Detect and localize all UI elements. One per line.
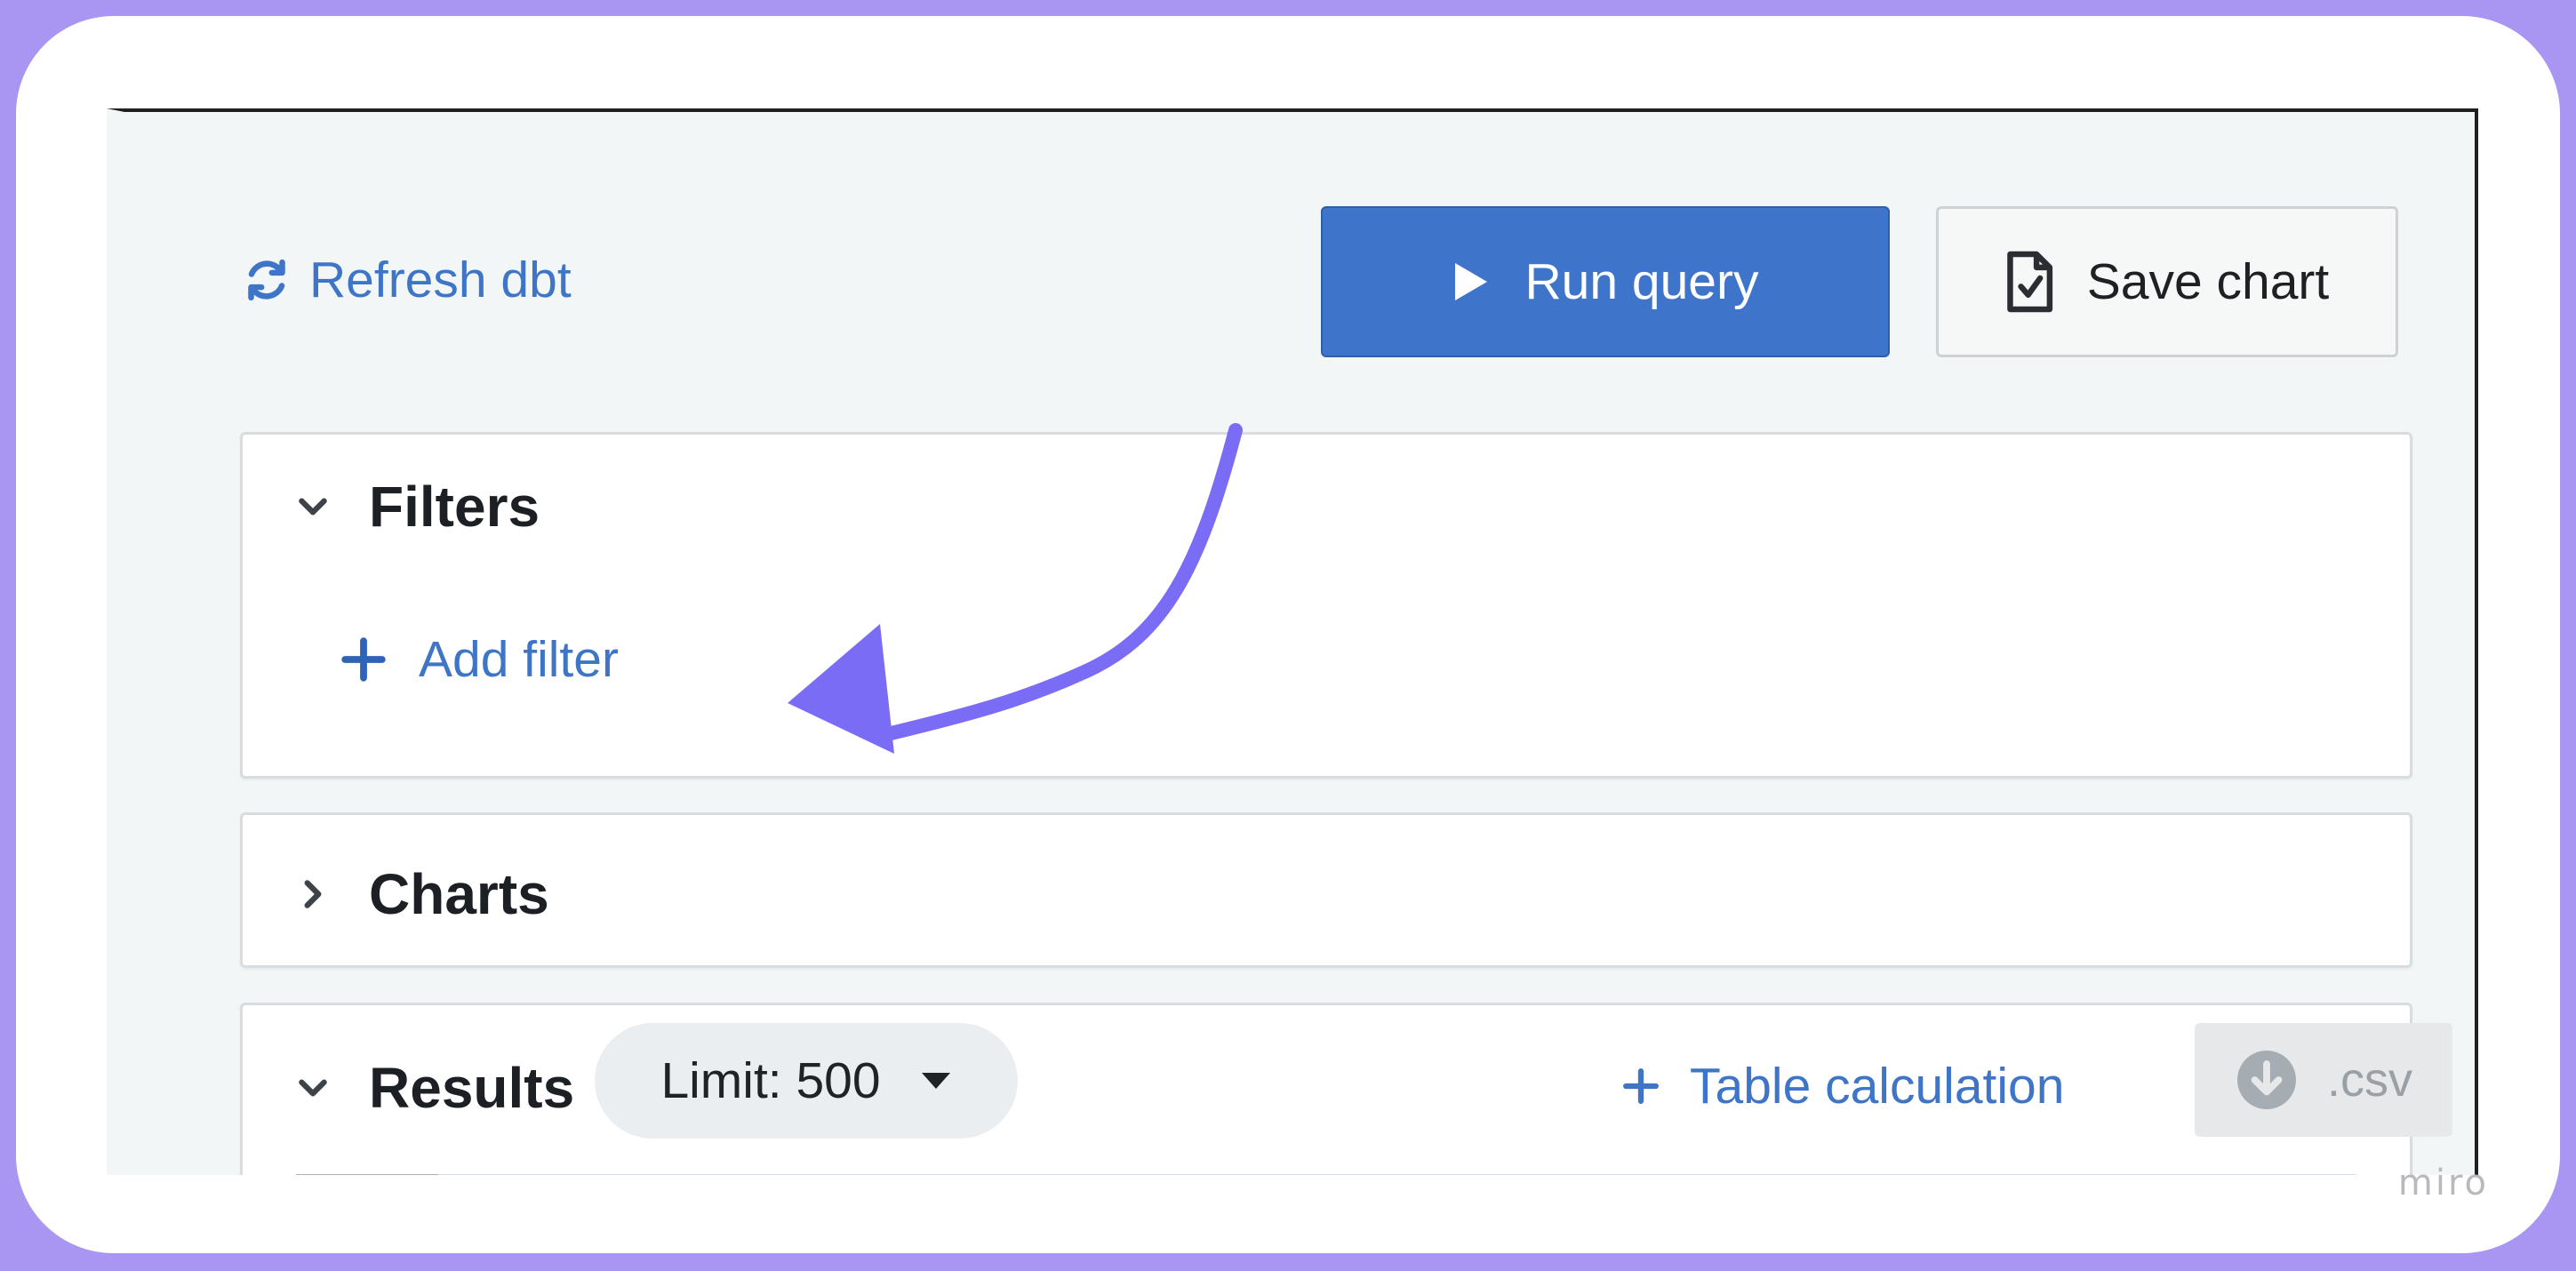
refresh-dbt-label: Refresh dbt [309,252,572,308]
caret-down-icon [921,1073,950,1089]
miro-frame: Refresh dbt Run query Save chart Filters [16,16,2560,1253]
add-filter-button[interactable]: Add filter [340,630,619,689]
run-query-label: Run query [1524,253,1759,310]
filters-title: Filters [369,475,540,539]
charts-header[interactable]: Charts [294,861,549,927]
chevron-right-icon [304,880,322,908]
plus-icon [341,637,386,682]
chevron-down-icon [299,1079,327,1097]
table-calculation-button[interactable]: Table calculation [1622,1057,2064,1115]
results-header[interactable]: Results [294,1055,574,1121]
add-filter-label: Add filter [419,631,619,688]
save-chart-label: Save chart [2086,253,2330,310]
plus-icon [1623,1068,1659,1104]
results-panel: Results Limit: 500 Table calculation .cs… [240,1003,2452,1175]
limit-dropdown[interactable]: Limit: 500 [595,1023,1018,1139]
download-csv-button[interactable]: .csv [2195,1023,2452,1137]
run-query-button[interactable]: Run query [1321,206,1890,357]
charts-panel: Charts [240,812,2412,968]
refresh-icon [248,259,285,301]
miro-watermark: miro [2397,1163,2489,1203]
results-table-header-edge [296,1174,2356,1175]
filters-header[interactable]: Filters [294,474,540,540]
refresh-dbt-button[interactable]: Refresh dbt [242,251,572,309]
explorer-panel: Refresh dbt Run query Save chart Filters [107,108,2478,1175]
play-icon [1454,263,1487,300]
chevron-down-icon [299,498,327,516]
results-title: Results [369,1056,575,1120]
document-check-icon [2006,251,2052,313]
filters-panel: Filters Add filter [240,432,2412,779]
download-circle-icon [2236,1051,2296,1109]
charts-title: Charts [369,862,549,926]
limit-label: Limit: 500 [660,1052,881,1109]
save-chart-button[interactable]: Save chart [1936,206,2398,357]
table-calculation-label: Table calculation [1690,1058,2065,1115]
csv-label: .csv [2326,1053,2412,1107]
